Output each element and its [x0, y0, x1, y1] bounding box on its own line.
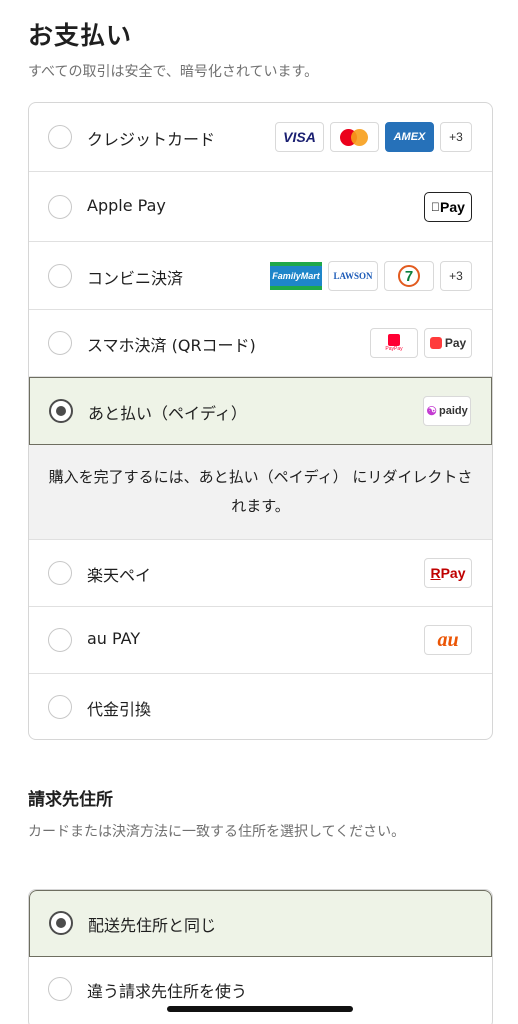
paidy-redirect-notice: 購入を完了するには、あと払い（ペイディ） にリダイレクトされます。 [29, 445, 492, 540]
apple-pay-logo: Pay [424, 192, 472, 222]
paidy-logo: ☯ paidy [423, 396, 471, 426]
card-logos: VISA AMEX +3 [275, 122, 472, 152]
billing-option-label: 配送先住所と同じ [88, 916, 217, 935]
billing-address-options: 配送先住所と同じ 違う請求先住所を使う [28, 889, 493, 1024]
payment-option-paidy[interactable]: あと払い（ペイディ） ☯ paidy [29, 377, 492, 445]
mastercard-logo [330, 122, 379, 152]
radio-apple-pay[interactable] [48, 195, 72, 219]
amex-logo: AMEX [385, 122, 434, 152]
payment-option-label: あと払い（ペイディ） [88, 404, 247, 423]
visa-logo: VISA [275, 122, 324, 152]
payment-title: お支払い [28, 21, 133, 50]
radio-billing-same[interactable] [49, 911, 73, 935]
radio-qr[interactable] [48, 331, 72, 355]
payment-option-label: スマホ決済 (QRコード) [87, 336, 256, 355]
radio-credit-card[interactable] [48, 125, 72, 149]
rakuten-pay-logo: R Pay [424, 558, 472, 588]
payment-option-label: 楽天ペイ [87, 566, 152, 585]
payment-option-label: コンビニ決済 [87, 269, 184, 288]
billing-option-different[interactable]: 違う請求先住所を使う [29, 957, 492, 1024]
lawson-logo: LAWSON [328, 261, 378, 291]
payment-methods-list: クレジットカード VISA AMEX +3 Apple Pay Pay コンビ… [28, 102, 493, 740]
payment-option-label: au PAY [87, 629, 141, 648]
payment-option-label: クレジットカード [87, 130, 216, 149]
billing-subtitle: カードまたは決済方法に一致する住所を選択してください。 [28, 824, 406, 840]
konbini-logos: FamilyMart LAWSON 7 +3 [270, 261, 472, 291]
payment-option-qr[interactable]: スマホ決済 (QRコード) PayPay Pay [29, 310, 492, 377]
payment-option-cod[interactable]: 代金引換 [29, 674, 492, 739]
payment-option-label: Apple Pay [87, 196, 166, 215]
au-logo: au [424, 625, 472, 655]
home-indicator [167, 1006, 353, 1012]
billing-option-same[interactable]: 配送先住所と同じ [29, 890, 492, 957]
merpay-logo: Pay [424, 328, 472, 358]
payment-option-label: 代金引換 [87, 700, 152, 719]
radio-rakuten-pay[interactable] [48, 561, 72, 585]
payment-option-au-pay[interactable]: au PAY au [29, 607, 492, 674]
radio-konbini[interactable] [48, 264, 72, 288]
radio-au-pay[interactable] [48, 628, 72, 652]
radio-paidy[interactable] [49, 399, 73, 423]
billing-title: 請求先住所 [28, 790, 113, 810]
payment-option-credit-card[interactable]: クレジットカード VISA AMEX +3 [29, 103, 492, 172]
familymart-logo: FamilyMart [270, 261, 322, 291]
seven-eleven-logo: 7 [384, 261, 434, 291]
radio-billing-different[interactable] [48, 977, 72, 1001]
payment-option-konbini[interactable]: コンビニ決済 FamilyMart LAWSON 7 +3 [29, 242, 492, 310]
payment-subtitle: すべての取引は安全で、暗号化されています。 [28, 64, 319, 80]
payment-option-apple-pay[interactable]: Apple Pay Pay [29, 172, 492, 242]
radio-cod[interactable] [48, 695, 72, 719]
paypay-logo: PayPay [370, 328, 418, 358]
more-konbini-count: +3 [440, 261, 472, 291]
billing-option-label: 違う請求先住所を使う [87, 982, 248, 1001]
payment-option-rakuten-pay[interactable]: 楽天ペイ R Pay [29, 540, 492, 607]
more-cards-count: +3 [440, 122, 472, 152]
